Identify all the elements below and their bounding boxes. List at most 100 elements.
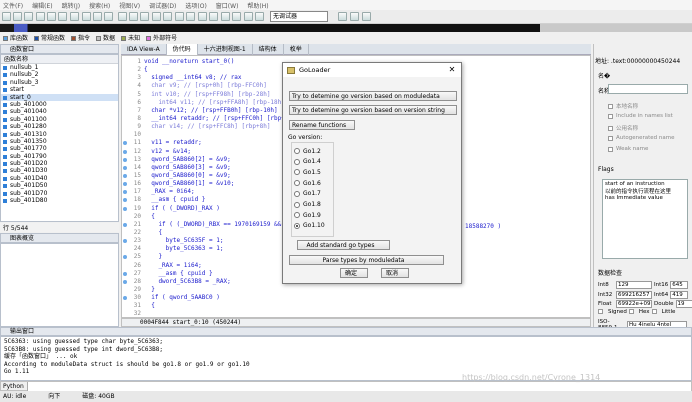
functions-list[interactable]: 函数名称 nullsub_1 nullsub_2 nullsub_3 start sta… — [0, 54, 119, 222]
function-list-item[interactable]: start — [1, 86, 118, 93]
function-list-item[interactable]: sub_401D20 — [1, 160, 118, 167]
toolbar-button[interactable] — [255, 12, 264, 21]
name-checkbox[interactable]: Autogenerated name — [608, 135, 675, 141]
function-list-item[interactable]: sub_401D80 — [1, 197, 118, 204]
toolbar-button[interactable] — [13, 12, 22, 21]
code-line[interactable]: { — [144, 213, 296, 221]
toolbar-button[interactable] — [82, 12, 91, 21]
function-list-item[interactable]: sub_401770 — [1, 145, 118, 152]
menu-item[interactable]: 帮助(H) — [247, 1, 268, 10]
function-list-item[interactable]: nullsub_2 — [1, 71, 118, 78]
toolbar-button[interactable] — [24, 12, 33, 21]
function-list-item[interactable]: sub_401790 — [1, 153, 118, 160]
checkbox-box[interactable] — [608, 113, 613, 119]
breakpoint-dot[interactable] — [123, 296, 127, 301]
radio-indicator[interactable] — [294, 212, 300, 219]
code-line[interactable]: __int64 retaddr; // [rsp+FFC0h] [rbp+0h] — [144, 115, 296, 123]
toolbar-button[interactable] — [221, 12, 230, 21]
toolbar-button[interactable] — [2, 12, 11, 21]
functions-column-header[interactable]: 函数名称 — [1, 55, 118, 64]
breakpoint-dot[interactable] — [123, 165, 127, 170]
code-line[interactable]: _RAX = 0i64; — [144, 188, 296, 196]
function-list-item[interactable]: sub_401350 — [1, 138, 118, 145]
toolbar-button[interactable] — [140, 12, 149, 21]
name-checkbox[interactable]: Include in names list — [608, 113, 673, 119]
menu-item[interactable]: 编辑(E) — [32, 1, 52, 10]
data-row-value[interactable]: 19 — [675, 300, 692, 309]
go-version-radio[interactable]: Go1.6 — [294, 178, 321, 188]
function-list-item[interactable]: sub_401310 — [1, 131, 118, 138]
toolbar-button[interactable] — [350, 12, 359, 21]
toolbar-button[interactable] — [129, 12, 138, 21]
code-line[interactable]: byte_5C6363 = 1; — [144, 245, 296, 253]
name-checkbox[interactable]: 本地名称 — [608, 102, 638, 110]
code-line[interactable]: qword_5AB860[3] = &v9; — [144, 164, 296, 172]
code-line[interactable]: if ( qword_5AABC0 ) — [144, 294, 296, 302]
breakpoint-dot[interactable] — [123, 271, 127, 276]
toolbar-button[interactable] — [232, 12, 241, 21]
checkbox-box[interactable] — [608, 135, 613, 141]
code-line[interactable]: char v14; // [rsp+FFC8h] [rbp+8h] — [144, 123, 296, 131]
code-line[interactable]: byte_5C635F = 1; — [144, 237, 296, 245]
code-line[interactable]: } — [144, 286, 296, 294]
function-list-item[interactable]: nullsub_1 — [1, 64, 118, 71]
toolbar-button[interactable] — [338, 12, 347, 21]
code-line[interactable]: { — [144, 229, 296, 237]
radio-indicator[interactable] — [294, 169, 300, 176]
python-input[interactable] — [27, 382, 691, 391]
code-line[interactable]: qword_5AB860[2] = &v9; — [144, 156, 296, 164]
radio-indicator[interactable] — [294, 148, 300, 154]
navigation-band[interactable] — [0, 24, 692, 32]
code-line[interactable]: if ( (_DWORD)_RBX == 1970169159 && — [144, 221, 296, 229]
code-line[interactable]: __asm { cpuid } — [144, 196, 296, 204]
name-checkbox[interactable]: Weak name — [608, 146, 648, 152]
rename-functions-button[interactable]: Rename functions — [289, 120, 355, 130]
cancel-button[interactable]: 取消 — [381, 268, 409, 278]
radio-indicator[interactable] — [294, 180, 300, 187]
ok-button[interactable]: 确定 — [340, 268, 368, 278]
toolbar-button[interactable] — [175, 12, 184, 21]
detect-moduledata-button[interactable]: Try to detemine go version based on modu… — [289, 91, 457, 101]
breakpoint-dot[interactable] — [123, 279, 127, 284]
code-line[interactable]: signed __int64 v8; // rax — [144, 74, 296, 82]
code-line[interactable] — [144, 310, 296, 317]
code-line[interactable]: v11 = retaddr; — [144, 139, 296, 147]
breakpoint-dot[interactable] — [123, 190, 127, 195]
checkbox-box[interactable] — [651, 309, 657, 315]
go-version-radio[interactable]: Go1.4 — [294, 157, 321, 167]
toolbar-button[interactable] — [152, 12, 161, 21]
checkbox-box[interactable] — [608, 103, 613, 109]
function-list-item[interactable]: nullsub_3 — [1, 79, 118, 86]
checkbox-box[interactable] — [628, 309, 634, 315]
toolbar-button[interactable] — [70, 12, 79, 21]
toolbar-button[interactable] — [198, 12, 207, 21]
data-row-value[interactable]: 129 — [616, 281, 652, 289]
menu-item[interactable]: 搜索(H) — [89, 1, 110, 10]
go-version-radio[interactable]: Go1.9 — [294, 210, 321, 220]
code-line[interactable]: char *v12; // [rsp+FFB0h] [rbp-10h] — [144, 107, 296, 115]
checkbox-box[interactable] — [598, 309, 603, 315]
function-list-item[interactable]: sub_401040 — [1, 108, 118, 115]
view-tab[interactable]: 十六进制视图-1 — [198, 44, 253, 55]
toolbar-button[interactable] — [244, 12, 253, 21]
code-line[interactable]: int v10; // [rsp+FF98h] [rbp-28h] — [144, 91, 296, 99]
code-line[interactable]: char v9; // [rsp+0h] [rbp-FFC0h] — [144, 82, 296, 90]
function-list-item[interactable]: sub_401D40 — [1, 175, 118, 182]
function-list-item[interactable]: sub_401D50 — [1, 182, 118, 189]
menu-item[interactable]: 文件(F) — [3, 1, 23, 10]
toolbar-button[interactable] — [209, 12, 218, 21]
breakpoint-dot[interactable] — [123, 206, 127, 211]
function-list-item[interactable]: sub_401D30 — [1, 167, 118, 174]
go-version-radio[interactable]: Go1.10 — [294, 221, 325, 231]
code-line[interactable]: if ( (_DWORD)_RAX ) — [144, 205, 296, 213]
toolbar-button[interactable] — [58, 12, 67, 21]
radio-indicator[interactable] — [294, 222, 300, 229]
breakpoint-dot[interactable] — [123, 222, 127, 227]
close-icon[interactable]: ✕ — [446, 64, 458, 76]
code-line[interactable]: { — [144, 302, 296, 310]
breakpoint-dot[interactable] — [123, 149, 127, 154]
code-line[interactable]: qword_5AB860[0] = &v9; — [144, 172, 296, 180]
function-list-item[interactable]: sub_401280 — [1, 123, 118, 130]
code-line[interactable] — [144, 131, 296, 139]
toolbar-button[interactable] — [163, 12, 172, 21]
